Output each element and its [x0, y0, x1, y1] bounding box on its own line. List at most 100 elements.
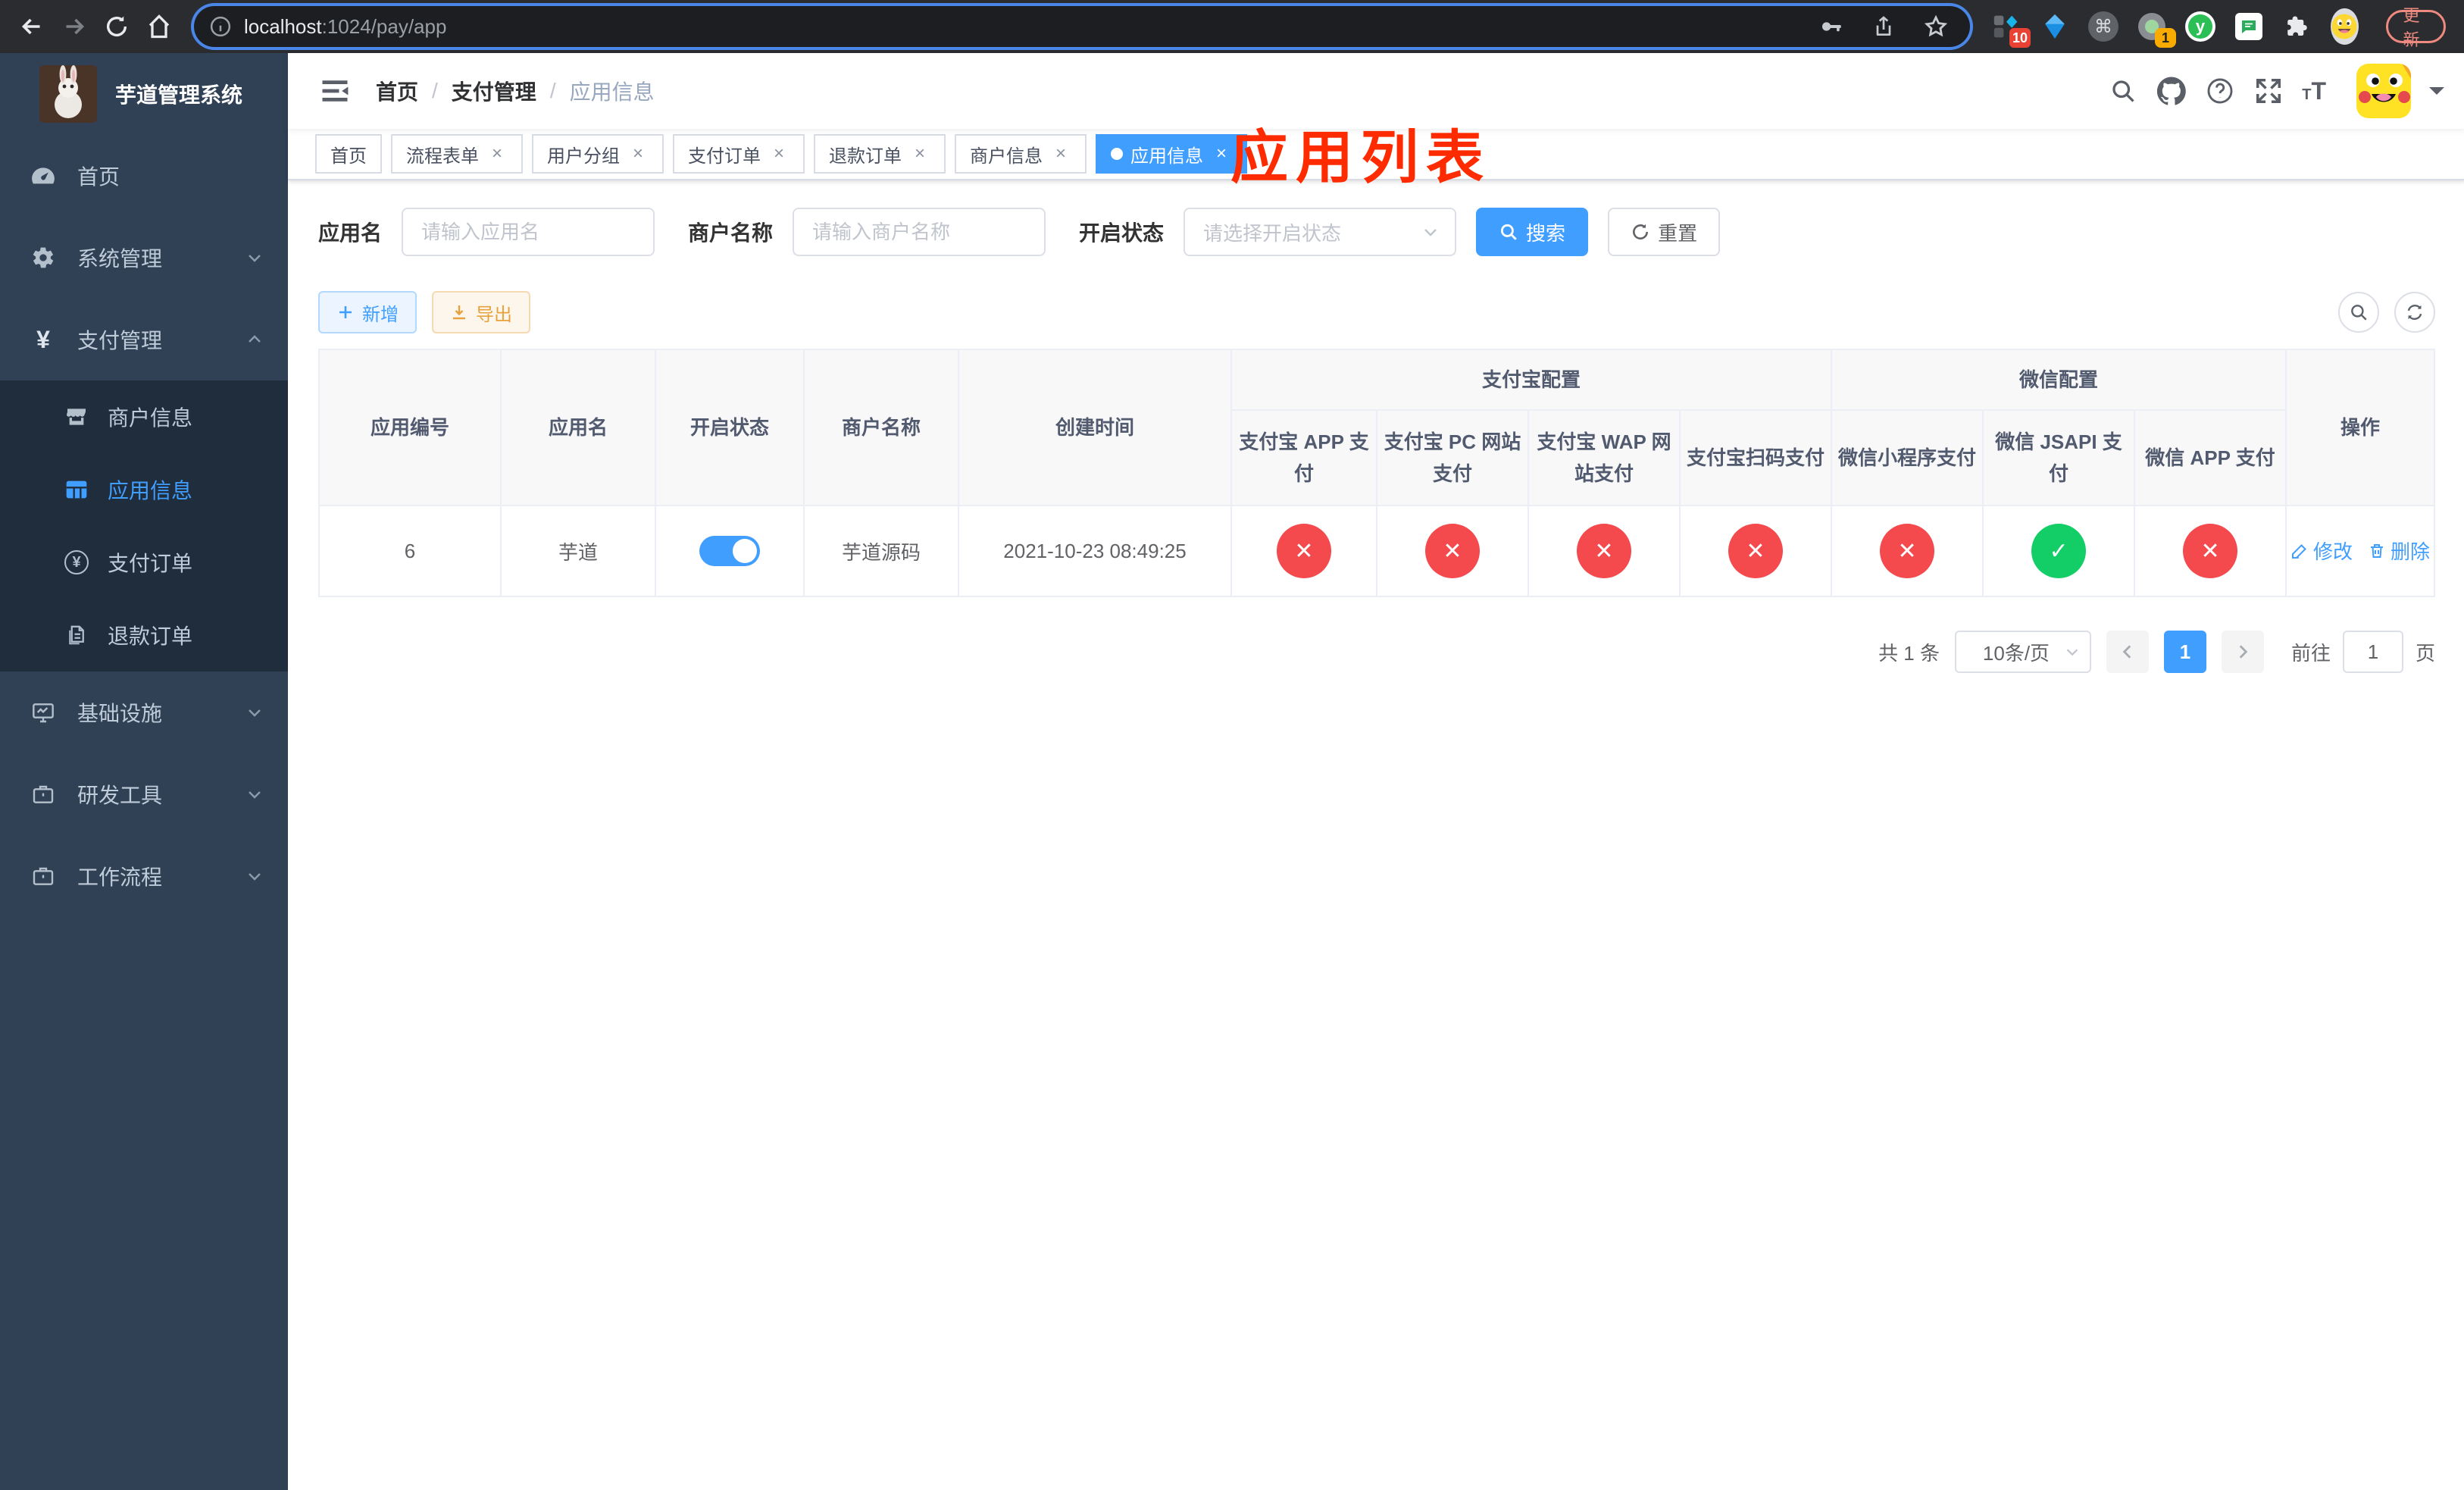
extensions-puzzle-icon[interactable]	[2282, 11, 2312, 42]
fullscreen-icon[interactable]	[2253, 76, 2284, 106]
tab-home[interactable]: 首页	[315, 134, 382, 174]
sidebar-item-system[interactable]: 系统管理	[0, 217, 288, 299]
status-switch[interactable]	[699, 536, 760, 566]
tab-pay-orders[interactable]: 支付订单 ×	[673, 134, 805, 174]
chevron-down-icon	[245, 867, 264, 885]
prev-page-button[interactable]	[2106, 631, 2149, 673]
chevron-up-icon	[245, 330, 264, 349]
chevron-left-icon	[2122, 645, 2131, 659]
search-icon	[1500, 224, 1517, 240]
browser-reload-icon[interactable]	[97, 7, 136, 46]
search-icon[interactable]	[2108, 76, 2138, 106]
next-page-button[interactable]	[2221, 631, 2264, 673]
group-wechat-config: 微信配置	[1831, 349, 2287, 411]
sidebar-item-merchant-info[interactable]: 商户信息	[0, 380, 288, 453]
browser-forward-icon[interactable]	[55, 7, 94, 46]
browser-back-icon[interactable]	[12, 7, 52, 46]
close-icon[interactable]: ×	[486, 143, 508, 164]
tab-merchant-info[interactable]: 商户信息 ×	[955, 134, 1087, 174]
status-cross-icon: ✕	[2183, 524, 2238, 578]
tab-app-info[interactable]: 应用信息 ×	[1096, 134, 1247, 174]
status-cross-icon: ✕	[1728, 524, 1783, 578]
close-icon[interactable]: ×	[909, 143, 930, 164]
status-select[interactable]: 请选择开启状态	[1184, 208, 1457, 256]
sidebar-collapse-icon[interactable]	[318, 74, 352, 108]
add-button[interactable]: 新增	[318, 291, 417, 333]
delete-button[interactable]: 删除	[2368, 537, 2430, 565]
tab-user-group[interactable]: 用户分组 ×	[532, 134, 664, 174]
pagination: 共 1 条 10条/页 1 前往 页	[318, 631, 2435, 673]
search-button[interactable]: 搜索	[1476, 208, 1589, 256]
breadcrumb-payment[interactable]: 支付管理	[452, 76, 536, 106]
search-icon	[2351, 305, 2367, 321]
briefcase-icon	[30, 781, 56, 807]
col-status: 开启状态	[655, 349, 805, 506]
user-avatar[interactable]	[2356, 64, 2412, 118]
sidebar-item-dev-tools[interactable]: 研发工具	[0, 753, 288, 835]
sidebar-item-infrastructure[interactable]: 基础设施	[0, 671, 288, 753]
share-icon[interactable]	[1871, 14, 1896, 39]
cell-merchant: 芋道源码	[803, 505, 959, 597]
app-main: 应用名 商户名称 开启状态 请选择开启状态 搜索	[288, 180, 2464, 1490]
col-created: 创建时间	[958, 349, 1232, 506]
col-merchant: 商户名称	[803, 349, 959, 506]
apps-table: 应用编号 应用名 开启状态 商户名称 创建时间 支付宝配置 微信配置 操作 支付…	[318, 349, 2436, 597]
browser-home-icon[interactable]	[139, 7, 179, 46]
export-button[interactable]: 导出	[432, 291, 530, 333]
close-icon[interactable]: ×	[627, 143, 649, 164]
refresh-table-button[interactable]	[2394, 292, 2436, 333]
font-size-icon[interactable]: TT	[2302, 77, 2326, 105]
toggle-search-button[interactable]	[2338, 292, 2380, 333]
extension-y-icon[interactable]: y	[2185, 11, 2215, 42]
chevron-down-icon	[245, 785, 264, 803]
sidebar-item-workflow[interactable]: 工作流程	[0, 835, 288, 917]
github-icon[interactable]	[2156, 76, 2187, 106]
col-wx-jsapi: 微信 JSAPI 支付	[1982, 409, 2136, 506]
sidebar-item-home[interactable]: 首页	[0, 135, 288, 217]
active-dot	[1111, 148, 1123, 160]
close-icon[interactable]: ×	[1211, 143, 1232, 164]
extension-command-icon[interactable]: ⌘	[2088, 11, 2118, 42]
cell-app-name: 芋道	[500, 505, 656, 597]
address-bar[interactable]: localhost:1024/pay/app	[194, 6, 1970, 47]
browser-profile-avatar[interactable]	[2331, 8, 2359, 45]
password-key-icon[interactable]	[1818, 14, 1844, 39]
reset-button[interactable]: 重置	[1608, 208, 1721, 256]
breadcrumb-home[interactable]: 首页	[376, 76, 418, 106]
merchant-name-input[interactable]	[793, 208, 1046, 256]
status-cross-icon: ✕	[1425, 524, 1480, 578]
col-alipay-wap: 支付宝 WAP 网站支付	[1527, 409, 1681, 506]
extension-chat-icon[interactable]	[2234, 11, 2264, 42]
trash-icon	[2371, 543, 2384, 558]
app-name-input[interactable]	[402, 208, 655, 256]
app-logo[interactable]: 芋道管理系统	[0, 53, 288, 135]
tab-process-form[interactable]: 流程表单 ×	[391, 134, 523, 174]
group-alipay-config: 支付宝配置	[1230, 349, 1833, 411]
col-app-id: 应用编号	[318, 349, 502, 506]
page-number-current[interactable]: 1	[2163, 631, 2206, 673]
avatar-dropdown-caret-icon[interactable]	[2429, 87, 2445, 102]
site-info-icon[interactable]	[209, 15, 232, 38]
sidebar-item-payment[interactable]: ¥ 支付管理	[0, 299, 288, 380]
app-title: 芋道管理系统	[115, 83, 243, 107]
goto-page-input[interactable]	[2343, 631, 2403, 673]
table-toolbar: 新增 导出	[318, 291, 2436, 333]
extension-profile-icon[interactable]: 1	[2137, 11, 2176, 48]
close-icon[interactable]: ×	[768, 143, 790, 164]
url-text[interactable]: localhost:1024/pay/app	[244, 15, 1818, 39]
help-icon[interactable]	[2205, 76, 2235, 106]
extension-tabs-icon[interactable]: 10	[1991, 11, 2031, 48]
edit-button[interactable]: 修改	[2290, 537, 2353, 565]
chrome-update-button[interactable]: 更新	[2385, 6, 2447, 49]
extensions-area: 10 ⌘ 1 y 更新	[1991, 6, 2464, 49]
app-name-label: 应用名	[318, 221, 383, 245]
tab-refund-orders[interactable]: 退款订单 ×	[814, 134, 946, 174]
bookmark-star-icon[interactable]	[1923, 14, 1949, 39]
page-size-select[interactable]: 10条/页	[1954, 631, 2091, 673]
sidebar-item-refund-orders[interactable]: 退款订单	[0, 599, 288, 671]
sidebar-item-pay-orders[interactable]: ¥ 支付订单	[0, 526, 288, 599]
close-icon[interactable]: ×	[1050, 143, 1071, 164]
document-icon	[64, 622, 89, 648]
sidebar-item-app-info[interactable]: 应用信息	[0, 453, 288, 526]
extension-kite-icon[interactable]	[2040, 11, 2070, 42]
